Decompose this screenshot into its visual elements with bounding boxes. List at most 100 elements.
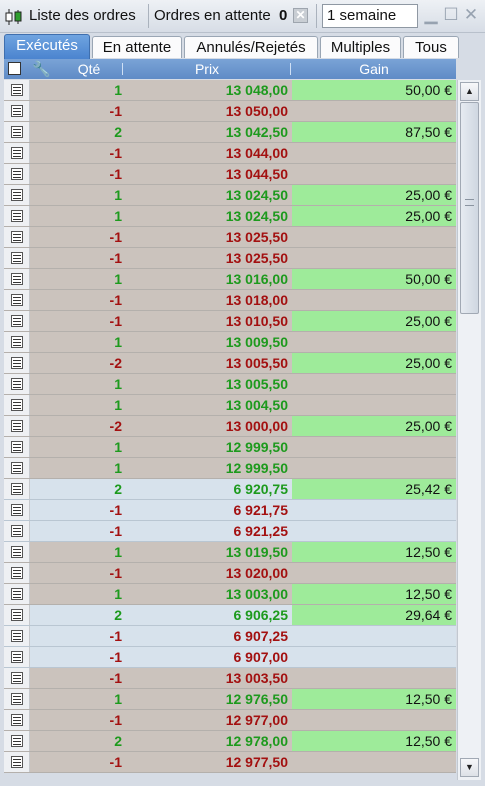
order-detail-cell[interactable]: [4, 185, 30, 205]
order-row[interactable]: 1 13 004,50: [4, 395, 456, 416]
order-detail-cell[interactable]: [4, 143, 30, 163]
order-row[interactable]: 1 12 999,50: [4, 437, 456, 458]
document-icon[interactable]: [11, 714, 23, 726]
document-icon[interactable]: [11, 210, 23, 222]
order-row[interactable]: -1 13 025,50: [4, 227, 456, 248]
order-detail-cell[interactable]: [4, 416, 30, 436]
order-detail-cell[interactable]: [4, 395, 30, 415]
period-selector[interactable]: 1 semaine: [322, 4, 418, 28]
order-row[interactable]: 1 13 048,00 50,00 €: [4, 80, 456, 101]
order-detail-cell[interactable]: [4, 647, 30, 667]
document-icon[interactable]: [11, 462, 23, 474]
order-row[interactable]: 1 13 005,50: [4, 374, 456, 395]
order-row[interactable]: 2 6 906,25 29,64 €: [4, 605, 456, 626]
order-row[interactable]: -1 6 907,00: [4, 647, 456, 668]
order-detail-cell[interactable]: [4, 689, 30, 709]
minimize-icon[interactable]: ▁: [423, 6, 439, 24]
order-detail-cell[interactable]: [4, 227, 30, 247]
document-icon[interactable]: [11, 147, 23, 159]
document-icon[interactable]: [11, 504, 23, 516]
order-row[interactable]: 2 13 042,50 87,50 €: [4, 122, 456, 143]
tab-executed[interactable]: Exécutés: [4, 34, 90, 59]
order-detail-cell[interactable]: [4, 626, 30, 646]
order-detail-cell[interactable]: [4, 248, 30, 268]
order-row[interactable]: -1 13 050,00: [4, 101, 456, 122]
order-detail-cell[interactable]: [4, 731, 30, 751]
document-icon[interactable]: [11, 693, 23, 705]
close-icon[interactable]: ✕: [463, 6, 479, 24]
order-row[interactable]: 1 12 976,50 12,50 €: [4, 689, 456, 710]
tab-multiple[interactable]: Multiples: [320, 36, 401, 58]
order-detail-cell[interactable]: [4, 437, 30, 457]
document-icon[interactable]: [11, 84, 23, 96]
order-row[interactable]: -1 6 921,25: [4, 521, 456, 542]
order-detail-cell[interactable]: [4, 542, 30, 562]
document-icon[interactable]: [11, 168, 23, 180]
order-row[interactable]: -1 13 010,50 25,00 €: [4, 311, 456, 332]
order-row[interactable]: -2 13 005,50 25,00 €: [4, 353, 456, 374]
order-row[interactable]: -1 13 003,50: [4, 668, 456, 689]
document-icon[interactable]: [11, 567, 23, 579]
document-icon[interactable]: [11, 735, 23, 747]
scroll-down-button[interactable]: ▼: [460, 758, 479, 777]
column-header-price[interactable]: Prix: [122, 61, 292, 77]
order-row[interactable]: 2 12 978,00 12,50 €: [4, 731, 456, 752]
document-icon[interactable]: [11, 588, 23, 600]
order-row[interactable]: 1 13 016,00 50,00 €: [4, 269, 456, 290]
document-icon[interactable]: [11, 189, 23, 201]
document-icon[interactable]: [11, 231, 23, 243]
order-detail-cell[interactable]: [4, 563, 30, 583]
order-row[interactable]: 1 13 024,50 25,00 €: [4, 206, 456, 227]
document-icon[interactable]: [11, 105, 23, 117]
document-icon[interactable]: [11, 672, 23, 684]
order-detail-cell[interactable]: [4, 374, 30, 394]
document-icon[interactable]: [11, 336, 23, 348]
order-row[interactable]: 1 13 024,50 25,00 €: [4, 185, 456, 206]
tab-all[interactable]: Tous: [403, 36, 459, 58]
document-icon[interactable]: [11, 651, 23, 663]
order-detail-cell[interactable]: [4, 752, 30, 772]
document-icon[interactable]: [11, 756, 23, 768]
document-icon[interactable]: [11, 315, 23, 327]
document-icon[interactable]: [11, 546, 23, 558]
order-detail-cell[interactable]: [4, 521, 30, 541]
order-detail-cell[interactable]: [4, 605, 30, 625]
order-detail-cell[interactable]: [4, 101, 30, 121]
order-row[interactable]: -1 6 921,75: [4, 500, 456, 521]
document-icon[interactable]: [11, 378, 23, 390]
order-detail-cell[interactable]: [4, 710, 30, 730]
order-row[interactable]: -1 13 018,00: [4, 290, 456, 311]
order-row[interactable]: -1 13 025,50: [4, 248, 456, 269]
column-icon[interactable]: [8, 62, 21, 75]
order-detail-cell[interactable]: [4, 206, 30, 226]
document-icon[interactable]: [11, 357, 23, 369]
order-row[interactable]: 2 6 920,75 25,42 €: [4, 479, 456, 500]
order-detail-cell[interactable]: [4, 668, 30, 688]
document-icon[interactable]: [11, 420, 23, 432]
document-icon[interactable]: [11, 399, 23, 411]
order-detail-cell[interactable]: [4, 290, 30, 310]
order-detail-cell[interactable]: [4, 269, 30, 289]
order-row[interactable]: -1 13 020,00: [4, 563, 456, 584]
order-detail-cell[interactable]: [4, 584, 30, 604]
order-detail-cell[interactable]: [4, 164, 30, 184]
order-detail-cell[interactable]: [4, 311, 30, 331]
maximize-icon[interactable]: ☐: [443, 6, 459, 24]
order-detail-cell[interactable]: [4, 458, 30, 478]
order-detail-cell[interactable]: [4, 479, 30, 499]
order-detail-cell[interactable]: [4, 122, 30, 142]
order-row[interactable]: -1 12 977,00: [4, 710, 456, 731]
cancel-pending-button[interactable]: ✕: [293, 8, 308, 23]
order-row[interactable]: 1 13 003,00 12,50 €: [4, 584, 456, 605]
document-icon[interactable]: [11, 441, 23, 453]
document-icon[interactable]: [11, 126, 23, 138]
order-row[interactable]: 1 12 999,50: [4, 458, 456, 479]
order-detail-cell[interactable]: [4, 500, 30, 520]
column-header-gain[interactable]: Gain: [292, 61, 456, 77]
scroll-up-button[interactable]: ▲: [460, 82, 479, 101]
order-row[interactable]: -1 12 977,50: [4, 752, 456, 773]
column-header-qty[interactable]: Qté: [54, 61, 124, 77]
order-row[interactable]: -2 13 000,00 25,00 €: [4, 416, 456, 437]
order-row[interactable]: -1 13 044,50: [4, 164, 456, 185]
scroll-thumb[interactable]: [460, 102, 479, 314]
